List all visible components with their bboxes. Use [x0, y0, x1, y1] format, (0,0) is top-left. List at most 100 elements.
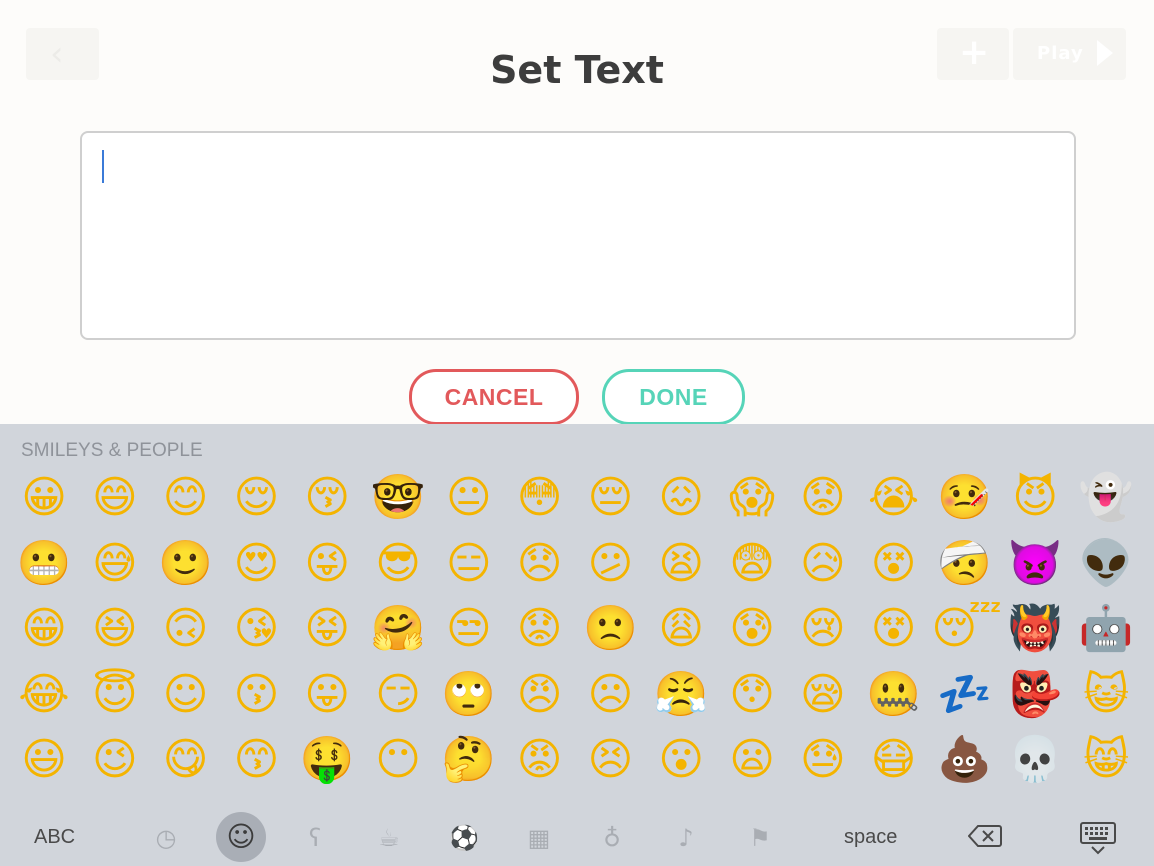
emoji-key[interactable]: 👹 [1002, 600, 1068, 658]
symbols-icon[interactable]: ♪ [668, 820, 704, 856]
emoji-key[interactable]: 🤔 [436, 731, 502, 789]
emoji-key[interactable]: 😨 [719, 535, 785, 593]
section-label: SMILEYS & PEOPLE [21, 440, 203, 461]
emoji-key[interactable]: 😥 [790, 535, 856, 593]
emoji-key[interactable]: 😌 [223, 469, 289, 527]
emoji-key[interactable]: 😉 [82, 731, 148, 789]
emoji-key[interactable]: 😘 [223, 600, 289, 658]
flag-icon[interactable]: ⚑ [742, 820, 778, 856]
emoji-key[interactable]: 😀 [11, 469, 77, 527]
emoji-key[interactable]: 😮 [648, 731, 714, 789]
emoji-key[interactable]: 😍 [223, 535, 289, 593]
backspace-icon[interactable] [968, 824, 1002, 848]
emoji-key[interactable]: 🤗 [365, 600, 431, 658]
emoji-key[interactable]: 🤓 [365, 469, 431, 527]
emoji-key[interactable]: 🙁 [577, 600, 643, 658]
emoji-key[interactable]: 😇 [82, 666, 148, 724]
emoji-key[interactable]: 😸 [1073, 731, 1139, 789]
emoji-key[interactable]: 😷 [861, 731, 927, 789]
done-button[interactable]: DONE [602, 369, 745, 425]
emoji-key[interactable]: 👽 [1073, 535, 1139, 593]
emoji-key[interactable]: 😓 [790, 731, 856, 789]
emoji-key[interactable]: 🤑 [294, 731, 360, 789]
emoji-key[interactable]: 😫 [648, 535, 714, 593]
emoji-key[interactable]: 😠 [507, 666, 573, 724]
emoji-key[interactable]: 💩 [931, 731, 997, 789]
emoji-key[interactable]: 🤐 [861, 666, 927, 724]
emoji-key[interactable]: 😏 [365, 666, 431, 724]
emoji-key[interactable]: 😞 [507, 535, 573, 593]
emoji-key[interactable]: 😭 [861, 469, 927, 527]
building-icon[interactable]: ▦ [521, 820, 557, 856]
emoji-key[interactable]: 🙄 [436, 666, 502, 724]
bear-icon[interactable]: ʕ [297, 820, 333, 856]
emoji-key[interactable]: 😑 [436, 535, 502, 593]
emoji-key[interactable]: 😙 [223, 731, 289, 789]
emoji-key[interactable]: 😁 [11, 600, 77, 658]
lightbulb-icon[interactable]: ♁ [594, 820, 630, 856]
emoji-key[interactable]: 😩 [648, 600, 714, 658]
emoji-key[interactable]: 😡 [507, 731, 573, 789]
emoji-key[interactable]: 👿 [1002, 535, 1068, 593]
emoji-key[interactable]: 😟 [507, 600, 573, 658]
emoji-key[interactable]: 💀 [1002, 731, 1068, 789]
emoji-key[interactable]: 😦 [719, 731, 785, 789]
food-icon[interactable]: ☕ [371, 820, 407, 856]
emoji-key[interactable]: 😬 [11, 535, 77, 593]
emoji-key[interactable]: 😶 [365, 731, 431, 789]
clock-icon[interactable]: ◷ [148, 820, 184, 856]
emoji-key[interactable]: 🤖 [1073, 600, 1139, 658]
emoji-keyboard: SMILEYS & PEOPLE 😀 😄 😊 😌 😚 🤓 😐 😳 😔 😖 😱 😟 😭 🤒 😈 👻 😬 😅 🙂 😍 😜 😎 😑… [0, 424, 1154, 866]
emoji-key[interactable]: 🤒 [931, 469, 997, 527]
emoji-key[interactable]: 😟 [790, 469, 856, 527]
text-caret [102, 150, 104, 183]
emoji-key[interactable]: 👻 [1073, 469, 1139, 527]
emoji-key[interactable]: 😵 [861, 535, 927, 593]
emoji-key[interactable]: 💤 [931, 666, 997, 724]
abc-key[interactable]: ABC [34, 826, 75, 849]
emoji-key[interactable]: 😂 [11, 666, 77, 724]
emoji-key[interactable]: 😳 [507, 469, 573, 527]
emoji-key[interactable]: 😚 [294, 469, 360, 527]
cancel-button[interactable]: CANCEL [409, 369, 579, 425]
emoji-key[interactable]: 😵 [861, 600, 927, 658]
smiley-icon[interactable]: ☺ [216, 812, 266, 862]
page-title: Set Text [490, 48, 664, 92]
emoji-key[interactable]: 😰 [719, 600, 785, 658]
emoji-key[interactable]: 😒 [436, 600, 502, 658]
emoji-key[interactable]: 🤕 [931, 535, 997, 593]
emoji-key[interactable]: 😤 [648, 666, 714, 724]
emoji-key[interactable]: 👺 [1002, 666, 1068, 724]
emoji-key[interactable]: 😖 [648, 469, 714, 527]
emoji-key[interactable]: 😜 [294, 535, 360, 593]
emoji-key[interactable]: 😯 [719, 666, 785, 724]
emoji-key[interactable]: 🙃 [153, 600, 219, 658]
emoji-key[interactable]: 🙂 [153, 535, 219, 593]
emoji-key[interactable]: 😱 [719, 469, 785, 527]
emoji-key[interactable]: 😃 [11, 731, 77, 789]
emoji-key[interactable]: 😛 [294, 666, 360, 724]
emoji-key[interactable]: 😅 [82, 535, 148, 593]
emoji-key[interactable]: 😊 [153, 469, 219, 527]
emoji-key[interactable]: 😣 [577, 731, 643, 789]
soccer-ball-icon[interactable]: ⚽ [446, 820, 482, 856]
emoji-key[interactable]: 😗 [223, 666, 289, 724]
emoji-key[interactable]: 😋 [153, 731, 219, 789]
space-key[interactable]: space [844, 826, 897, 849]
emoji-key[interactable]: 😈 [1002, 469, 1068, 527]
emoji-key[interactable]: 😆 [82, 600, 148, 658]
emoji-key[interactable]: 😕 [577, 535, 643, 593]
keyboard-dismiss-icon[interactable] [1079, 819, 1117, 857]
text-input[interactable] [80, 131, 1076, 340]
emoji-key[interactable]: ☹ [577, 666, 643, 724]
emoji-key[interactable]: ☺ [153, 666, 219, 724]
emoji-key[interactable]: 😔 [577, 469, 643, 527]
emoji-key[interactable]: 😴 [931, 600, 1002, 658]
emoji-key[interactable]: 😢 [790, 600, 856, 658]
emoji-key[interactable]: 😪 [790, 666, 856, 724]
emoji-key[interactable]: 😐 [436, 469, 502, 527]
emoji-key[interactable]: 😄 [82, 469, 148, 527]
emoji-key[interactable]: 😺 [1073, 666, 1139, 724]
emoji-key[interactable]: 😝 [294, 600, 360, 658]
emoji-key[interactable]: 😎 [365, 535, 431, 593]
